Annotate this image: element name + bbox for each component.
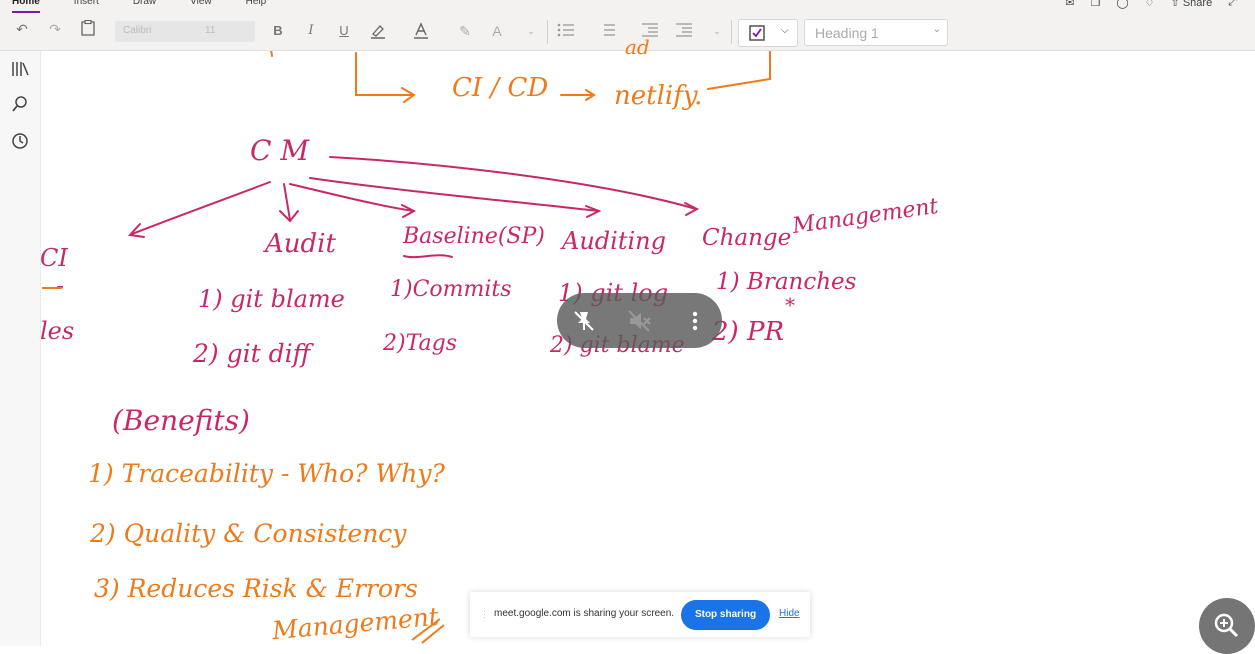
more-icon[interactable]	[682, 308, 708, 334]
tab-view[interactable]: View	[190, 0, 212, 9]
note-quality: 2) Quality & Consistency	[90, 519, 407, 548]
ribbon-tabs: Home Insert Draw View Help	[12, 0, 300, 13]
todo-tag-button[interactable]: ⌵	[738, 19, 798, 47]
tab-help[interactable]: Help	[246, 0, 267, 9]
fullscreen-icon[interactable]: ⤢	[1228, 0, 1237, 9]
font-name: Calibri	[123, 25, 152, 36]
note-traceability: 1) Traceability - Who? Why?	[88, 459, 445, 488]
toolbar-divider	[731, 20, 732, 44]
unpin-icon[interactable]	[571, 308, 597, 334]
font-size: 11	[205, 25, 216, 36]
note-branches: 1) Branches	[716, 269, 857, 295]
numbering-icon[interactable]	[597, 22, 617, 42]
note-les: les	[40, 317, 75, 345]
sticky-notes-icon[interactable]: ✉	[1065, 0, 1074, 9]
screen-share-bar: ⋮ meet.google.com is sharing your screen…	[470, 592, 810, 637]
note-asterisk: *	[785, 293, 795, 317]
note-git-diff: 2) git diff	[193, 339, 311, 368]
hide-link[interactable]: Hide	[779, 608, 800, 619]
history-icon[interactable]	[10, 131, 30, 151]
redo-icon[interactable]: ↷	[45, 20, 65, 38]
format-icon[interactable]: A	[487, 22, 507, 40]
chevron-down-icon: ⌵	[781, 25, 789, 36]
bell-icon[interactable]: ♢	[1145, 0, 1155, 9]
chevron-down-icon: ⌄	[932, 24, 941, 35]
chevron-down-icon[interactable]: ⌄	[521, 22, 541, 40]
note-commits: 1)Commits	[390, 277, 512, 302]
note-benefits: (Benefits)	[112, 404, 250, 437]
toolbar-divider	[547, 20, 548, 44]
style-value: Heading 1	[815, 25, 879, 41]
italic-icon[interactable]: I	[301, 22, 321, 40]
share-label: Share	[1182, 0, 1213, 9]
bullets-icon[interactable]	[556, 22, 576, 42]
clipboard-icon[interactable]	[78, 19, 98, 40]
note-canvas[interactable]: ad CI / CD netlify. C M Audit Baseline(S…	[40, 37, 1255, 646]
share-message: meet.google.com is sharing your screen.	[494, 608, 675, 619]
note-netlify: netlify.	[614, 81, 703, 111]
undo-icon[interactable]: ↶	[12, 20, 32, 38]
share-button[interactable]: ⇧ Share	[1171, 0, 1213, 9]
pages-icon[interactable]: ❒	[1090, 0, 1100, 9]
note-pr: 2) PR	[712, 317, 785, 347]
font-picker[interactable]: Calibri 11	[115, 21, 255, 42]
zoom-in-icon	[1214, 613, 1239, 638]
stop-sharing-button[interactable]: Stop sharing	[681, 600, 770, 630]
font-color-icon[interactable]	[411, 22, 431, 44]
title-actions: ✉ ❒ ◯ ♢ ⇧ Share ⤢	[1065, 0, 1237, 9]
tab-draw[interactable]: Draw	[133, 0, 156, 9]
note-change: Change	[702, 225, 792, 251]
tab-insert[interactable]: Insert	[74, 0, 99, 9]
note-tags: 2)Tags	[383, 331, 458, 356]
drag-handle-icon[interactable]: ⋮	[480, 609, 489, 620]
note-auditing: Auditing	[562, 227, 666, 255]
library-icon[interactable]	[10, 59, 30, 79]
note-audit: Audit	[265, 229, 336, 259]
eraser-icon[interactable]: ✎	[455, 22, 475, 40]
note-baseline: Baseline(SP)	[403, 224, 545, 249]
underline-icon[interactable]: U	[334, 22, 354, 40]
chevron-down-icon[interactable]: ⌄	[707, 22, 727, 40]
tab-home[interactable]: Home	[12, 0, 40, 13]
search-icon[interactable]	[10, 94, 30, 114]
note-reduces: 3) Reduces Risk & Errors	[94, 574, 418, 603]
note-cm: C M	[250, 134, 309, 167]
note-git-blame: 1) git blame	[198, 285, 345, 313]
highlight-icon[interactable]	[368, 22, 388, 44]
note-fragment: ad	[625, 35, 650, 59]
bold-icon[interactable]: B	[268, 22, 288, 40]
left-rail	[0, 51, 41, 646]
note-ci: CI	[40, 244, 68, 272]
note-ci-cd: CI / CD	[452, 73, 549, 103]
lightbulb-icon[interactable]: ◯	[1116, 0, 1128, 9]
style-select[interactable]: Heading 1 ⌄	[804, 19, 948, 46]
checkbox-icon	[749, 25, 765, 41]
meet-floating-controls	[557, 293, 722, 348]
indent-icon[interactable]	[674, 22, 694, 42]
mute-icon[interactable]	[626, 308, 652, 334]
